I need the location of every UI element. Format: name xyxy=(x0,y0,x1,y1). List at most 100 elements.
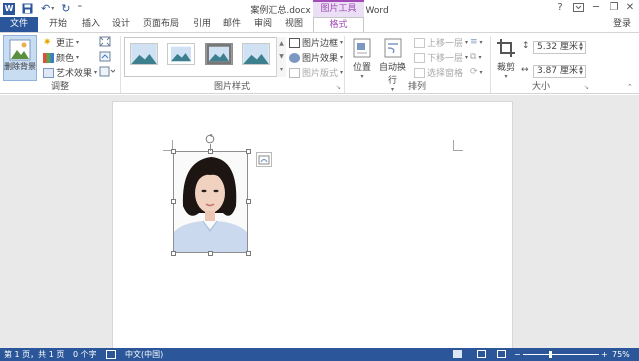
tab-references[interactable]: 引用 xyxy=(189,17,215,32)
zoom-level[interactable]: 75% xyxy=(612,349,630,360)
selection-pane-button[interactable]: 选择窗格 xyxy=(414,66,463,79)
picture-style-4[interactable] xyxy=(242,43,270,65)
crop-icon xyxy=(495,37,517,59)
corrections-label: 更正 xyxy=(56,39,75,49)
artistic-effects-button[interactable]: 艺术效果 ▾ xyxy=(43,66,97,79)
reset-picture-icon[interactable] xyxy=(99,66,116,77)
rotate-handle[interactable] xyxy=(205,133,215,144)
chevron-down-icon: ▾ xyxy=(340,69,344,76)
selection-pane-icon xyxy=(414,67,425,78)
tab-review[interactable]: 审阅 xyxy=(250,17,276,32)
size-dialog-launcher-icon[interactable]: ↘ xyxy=(584,84,589,91)
width-value: 3.87 厘米 xyxy=(537,66,578,76)
page-count[interactable]: 第 1 页，共 1 页 xyxy=(4,349,64,360)
tab-design[interactable]: 设计 xyxy=(107,17,135,32)
crop-label: 裁剪 xyxy=(496,63,515,73)
help-button[interactable]: ? xyxy=(552,1,568,15)
height-spinner[interactable]: ▲ ▼ xyxy=(577,42,585,53)
remove-background-button[interactable]: 删除背景 xyxy=(3,35,37,81)
crop-button[interactable]: 裁剪 ▾ xyxy=(494,37,518,80)
read-mode-icon[interactable] xyxy=(453,350,462,358)
ribbon-tabs: 文件 开始 插入 设计 页面布局 引用 邮件 审阅 视图 格式 登录 xyxy=(0,17,639,32)
send-backward-icon xyxy=(414,52,425,63)
height-value: 5.32 厘米 xyxy=(537,42,578,52)
group-objects-icon[interactable]: ⧉ ▾ xyxy=(470,52,484,62)
resize-handle-left[interactable] xyxy=(171,199,176,204)
group-label-picture-styles: 图片样式 xyxy=(213,82,250,92)
tab-mailings[interactable]: 邮件 xyxy=(219,17,245,32)
artistic-effects-icon xyxy=(43,67,54,78)
group-label-arrange: 排列 xyxy=(407,82,426,92)
zoom-in-icon[interactable]: + xyxy=(601,349,608,360)
picture-border-label: 图片边框 xyxy=(302,39,339,49)
color-palette-icon xyxy=(43,52,54,63)
tab-view[interactable]: 视图 xyxy=(281,17,307,32)
print-layout-icon[interactable] xyxy=(477,350,486,358)
bring-forward-button[interactable]: 上移一层 ▾ xyxy=(414,36,468,49)
picture-style-3[interactable] xyxy=(205,43,233,65)
send-backward-label: 下移一层 xyxy=(427,54,464,64)
sun-icon: ✷ xyxy=(43,36,52,48)
width-input[interactable]: 3.87 厘米 ▲ ▼ xyxy=(533,65,586,78)
send-backward-button[interactable]: 下移一层 ▾ xyxy=(414,51,468,64)
compress-pictures-icon[interactable] xyxy=(99,36,111,47)
chevron-down-icon: ▾ xyxy=(465,54,469,61)
picture-layout-button[interactable]: 图片版式 ▾ xyxy=(289,66,343,79)
chevron-down-icon: ▾ xyxy=(94,69,98,76)
color-button[interactable]: 颜色 ▾ xyxy=(43,51,79,64)
selection-pane-label: 选择窗格 xyxy=(427,69,464,79)
restore-button[interactable]: ❐ xyxy=(606,1,622,15)
ribbon-display-options-button[interactable] xyxy=(570,1,586,15)
tab-home[interactable]: 开始 xyxy=(44,17,72,32)
resize-handle-right[interactable] xyxy=(246,199,251,204)
layout-options-icon xyxy=(258,155,270,165)
picture-border-button[interactable]: 图片边框 ▾ xyxy=(289,36,343,49)
layout-options-button[interactable] xyxy=(256,152,272,167)
word-count[interactable]: 0 个字 xyxy=(73,349,97,360)
web-layout-icon[interactable] xyxy=(497,350,506,358)
resize-handle-bottom-left[interactable] xyxy=(171,251,176,256)
minimize-button[interactable]: ─ xyxy=(588,1,604,15)
position-button[interactable]: 位置 ▾ xyxy=(349,37,375,80)
rotate-icon xyxy=(205,133,215,144)
picture-layout-label: 图片版式 xyxy=(302,69,339,79)
sign-in-link[interactable]: 登录 xyxy=(613,17,631,31)
resize-handle-top-left[interactable] xyxy=(171,149,176,154)
picture-layout-icon xyxy=(289,67,300,78)
align-icon[interactable]: ≡ ▾ xyxy=(470,37,484,47)
zoom-slider-track[interactable] xyxy=(523,354,599,355)
picture-border-icon xyxy=(289,37,300,48)
picture-style-2[interactable] xyxy=(167,43,195,65)
tab-page-layout[interactable]: 页面布局 xyxy=(138,17,184,32)
rotate-objects-icon[interactable]: ⟳ ▾ xyxy=(470,67,484,77)
corrections-button[interactable]: ✷ 更正 ▾ xyxy=(43,36,79,49)
proofing-icon[interactable] xyxy=(106,350,116,359)
resize-handle-top-right[interactable] xyxy=(246,149,251,154)
zoom-out-icon[interactable]: − xyxy=(514,349,521,360)
collapse-ribbon-icon[interactable]: ⌃ xyxy=(627,83,633,91)
picture-effects-button[interactable]: 图片效果 ▾ xyxy=(289,51,343,64)
language[interactable]: 中文(中国) xyxy=(125,349,163,360)
tab-file[interactable]: 文件 xyxy=(0,17,38,32)
picture-effects-label: 图片效果 xyxy=(302,54,339,64)
picture-styles-gallery[interactable] xyxy=(124,37,285,77)
picture-tools-context-header: 图片工具 xyxy=(313,0,364,17)
picture-style-1[interactable] xyxy=(130,43,158,65)
close-button[interactable]: ✕ xyxy=(622,1,638,15)
change-picture-icon[interactable] xyxy=(99,51,111,62)
dialog-launcher-icon[interactable]: ↘ xyxy=(336,84,341,91)
position-label: 位置 xyxy=(352,63,371,73)
wrap-text-icon xyxy=(382,37,404,59)
height-input[interactable]: 5.32 厘米 ▲ ▼ xyxy=(533,41,586,54)
resize-handle-bottom-right[interactable] xyxy=(246,251,251,256)
width-spinner[interactable]: ▲ ▼ xyxy=(577,66,585,77)
tab-insert[interactable]: 插入 xyxy=(77,17,105,32)
gallery-scroll[interactable]: ▲ ▼ ▾ xyxy=(276,37,286,77)
zoom-slider-thumb[interactable] xyxy=(549,351,552,358)
artistic-effects-label: 艺术效果 xyxy=(56,69,93,79)
resize-handle-bottom[interactable] xyxy=(208,251,213,256)
title-bar: W ↶ ▾ ↻ ⁼ 案例汇总.docx [兼容模式] - Word 图片工具 ?… xyxy=(0,0,639,17)
tab-format[interactable]: 格式 xyxy=(313,17,364,32)
width-icon: ↔ xyxy=(521,65,529,75)
chevron-down-icon: ▾ xyxy=(76,39,80,46)
